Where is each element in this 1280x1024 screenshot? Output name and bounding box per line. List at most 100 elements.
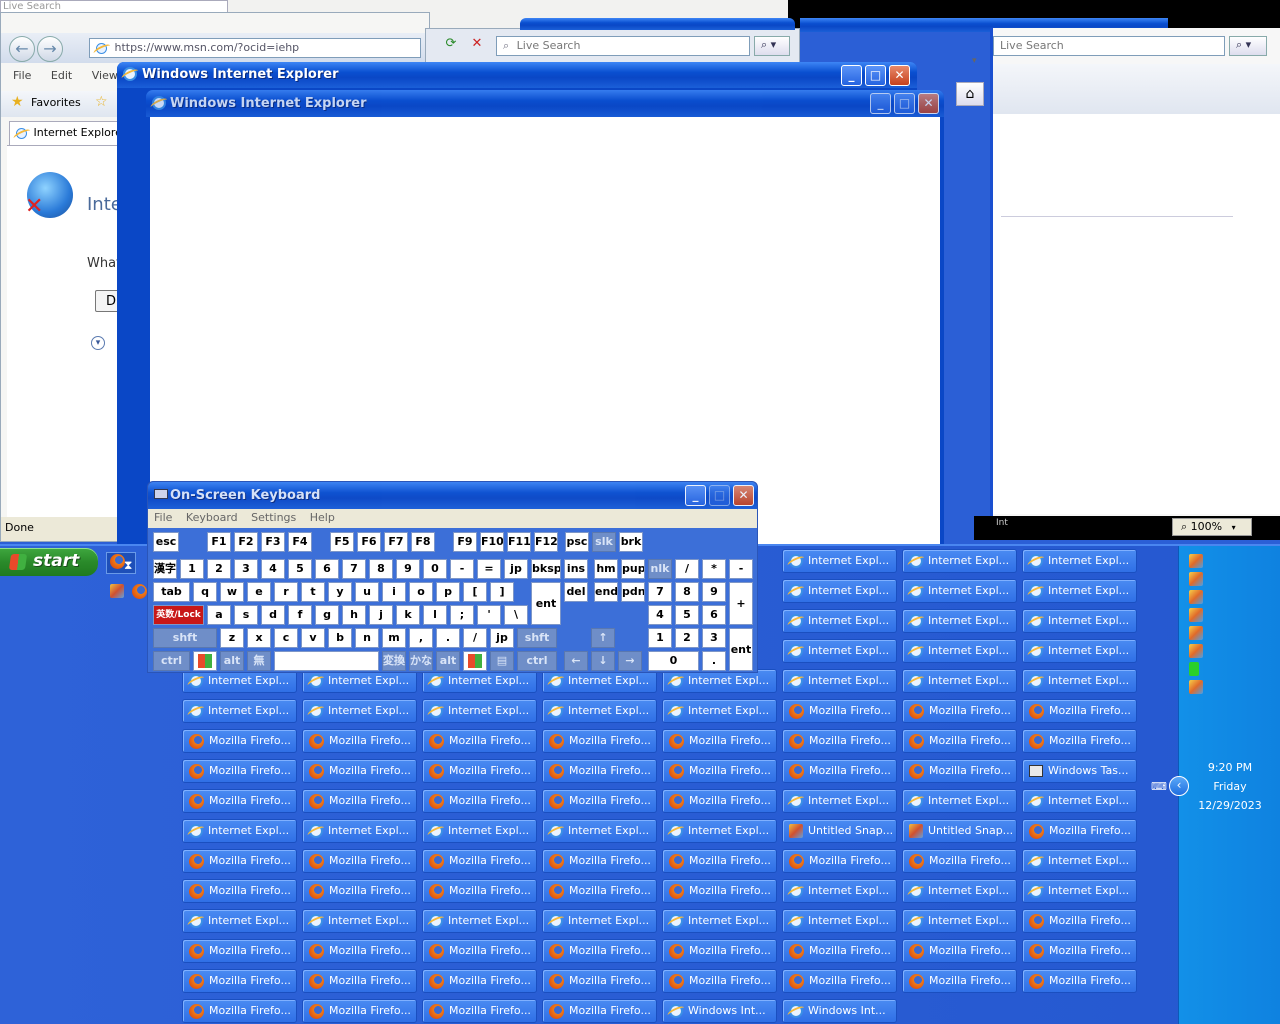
osk-key[interactable]: [: [463, 582, 487, 602]
osk-key[interactable]: [193, 651, 217, 671]
osk-menu-help[interactable]: Help: [310, 511, 335, 524]
menu-view[interactable]: View: [92, 69, 118, 82]
taskbar-button[interactable]: Mozilla Firefo...: [782, 759, 897, 783]
taskbar-button[interactable]: Internet Expl...: [182, 909, 297, 933]
taskbar-button[interactable]: Mozilla Firefo...: [542, 729, 657, 753]
quick-launch-snap-icon[interactable]: [110, 584, 124, 598]
taskbar-button[interactable]: Mozilla Firefo...: [542, 789, 657, 813]
osk-key[interactable]: n: [355, 628, 379, 648]
add-favorites-icon[interactable]: ☆: [95, 94, 108, 110]
taskbar-button[interactable]: Mozilla Firefo...: [422, 939, 537, 963]
osk-key[interactable]: 1: [180, 559, 204, 579]
osk-key[interactable]: 5: [675, 605, 699, 625]
osk-key[interactable]: ': [477, 605, 501, 625]
osk-key[interactable]: tab: [153, 582, 190, 602]
osk-key[interactable]: nlk: [648, 559, 672, 579]
osk-key[interactable]: jp: [504, 559, 528, 579]
osk-key[interactable]: k: [396, 605, 420, 625]
osk-key[interactable]: q: [193, 582, 217, 602]
osk-key[interactable]: j: [369, 605, 393, 625]
osk-key[interactable]: w: [220, 582, 244, 602]
taskbar-button[interactable]: Internet Expl...: [782, 579, 897, 603]
forward-button[interactable]: →: [37, 36, 63, 62]
taskbar-button[interactable]: Windows Tas...: [1022, 759, 1137, 783]
tab-internet-explorer[interactable]: Internet Explorer: [9, 121, 121, 145]
taskbar-button[interactable]: Mozilla Firefo...: [182, 759, 297, 783]
taskbar-button[interactable]: Mozilla Firefo...: [662, 759, 777, 783]
taskbar-button[interactable]: Mozilla Firefo...: [182, 849, 297, 873]
taskbar-button[interactable]: Internet Expl...: [1022, 579, 1137, 603]
osk-key[interactable]: 6: [315, 559, 339, 579]
home-button[interactable]: ⌂: [956, 82, 984, 106]
menu-file[interactable]: File: [13, 69, 31, 82]
ie-front-titlebar[interactable]: Windows Internet Explorer _ □ ✕: [146, 90, 944, 117]
taskbar-button[interactable]: Mozilla Firefo...: [302, 969, 417, 993]
taskbar-button[interactable]: Mozilla Firefo...: [1022, 699, 1137, 723]
menu-edit[interactable]: Edit: [51, 69, 72, 82]
ie-back-maximize-button[interactable]: □: [865, 65, 886, 86]
tray-app-icon[interactable]: [1189, 680, 1203, 694]
taskbar-button[interactable]: Internet Expl...: [542, 909, 657, 933]
osk-key[interactable]: psc: [565, 532, 589, 552]
taskbar-button[interactable]: Mozilla Firefo...: [1022, 729, 1137, 753]
osk-key[interactable]: d: [261, 605, 285, 625]
taskbar-button[interactable]: Mozilla Firefo...: [902, 939, 1017, 963]
taskbar-button[interactable]: Internet Expl...: [182, 819, 297, 843]
favorites-label[interactable]: Favorites: [31, 96, 81, 109]
osk-key[interactable]: 9: [702, 582, 726, 602]
osk-key[interactable]: -: [450, 559, 474, 579]
osk-key[interactable]: ctrl: [153, 651, 190, 671]
ie-front-maximize-button[interactable]: □: [894, 93, 915, 114]
taskbar-button[interactable]: Mozilla Firefo...: [1022, 819, 1137, 843]
taskbar-button[interactable]: Mozilla Firefo...: [422, 729, 537, 753]
osk-key[interactable]: brk: [619, 532, 643, 552]
osk-key[interactable]: s: [234, 605, 258, 625]
osk-key[interactable]: F11: [507, 532, 531, 552]
taskbar-button[interactable]: Internet Expl...: [662, 819, 777, 843]
taskbar-button[interactable]: Internet Expl...: [782, 789, 897, 813]
osk-key[interactable]: z: [220, 628, 244, 648]
osk-key[interactable]: 2: [207, 559, 231, 579]
taskbar-button[interactable]: Mozilla Firefo...: [902, 729, 1017, 753]
taskbar-button[interactable]: Mozilla Firefo...: [302, 999, 417, 1023]
osk-key[interactable]: l: [423, 605, 447, 625]
osk-key[interactable]: 6: [702, 605, 726, 625]
osk-minimize-button[interactable]: _: [685, 485, 706, 506]
taskbar-button[interactable]: Mozilla Firefo...: [662, 879, 777, 903]
taskbar-button[interactable]: Mozilla Firefo...: [182, 939, 297, 963]
taskbar-button[interactable]: Internet Expl...: [902, 789, 1017, 813]
search-go-button-right[interactable]: ⌕ ▾: [1229, 36, 1267, 56]
tray-app-icon[interactable]: [1189, 572, 1203, 586]
taskbar-button[interactable]: Internet Expl...: [542, 699, 657, 723]
osk-key[interactable]: F6: [357, 532, 381, 552]
taskbar-button[interactable]: Mozilla Firefo...: [182, 999, 297, 1023]
taskbar-button[interactable]: Mozilla Firefo...: [302, 789, 417, 813]
ie-back-titlebar[interactable]: Windows Internet Explorer _ □ ✕: [117, 62, 917, 88]
zoom-control[interactable]: ⌕ 100% ▾: [1172, 518, 1252, 536]
osk-key[interactable]: 3: [702, 628, 726, 648]
osk-key[interactable]: F4: [288, 532, 312, 552]
clock[interactable]: 9:20 PM Friday 12/29/2023: [1179, 758, 1280, 815]
osk-menu-keyboard[interactable]: Keyboard: [186, 511, 238, 524]
osk-key[interactable]: /: [463, 628, 487, 648]
taskbar-button[interactable]: Internet Expl...: [902, 669, 1017, 693]
osk-key[interactable]: e: [247, 582, 271, 602]
taskbar-button[interactable]: Internet Expl...: [662, 699, 777, 723]
taskbar-button[interactable]: Internet Expl...: [782, 879, 897, 903]
stop-icon[interactable]: ✕: [468, 36, 486, 56]
osk-key[interactable]: F1: [207, 532, 231, 552]
taskbar-button[interactable]: Internet Expl...: [1022, 669, 1137, 693]
osk-key[interactable]: del: [564, 582, 588, 602]
taskbar-button[interactable]: Internet Expl...: [1022, 849, 1137, 873]
taskbar-button[interactable]: Internet Expl...: [182, 699, 297, 723]
taskbar-button[interactable]: Mozilla Firefo...: [662, 969, 777, 993]
osk-key[interactable]: pdn: [621, 582, 645, 602]
osk-key[interactable]: y: [328, 582, 352, 602]
taskbar-button[interactable]: Mozilla Firefo...: [302, 879, 417, 903]
ie-back-minimize-button[interactable]: _: [841, 65, 862, 86]
osk-key[interactable]: ]: [490, 582, 514, 602]
osk-key[interactable]: g: [315, 605, 339, 625]
taskbar-button[interactable]: Mozilla Firefo...: [422, 759, 537, 783]
osk-key[interactable]: esc: [153, 532, 179, 552]
osk-key[interactable]: r: [274, 582, 298, 602]
